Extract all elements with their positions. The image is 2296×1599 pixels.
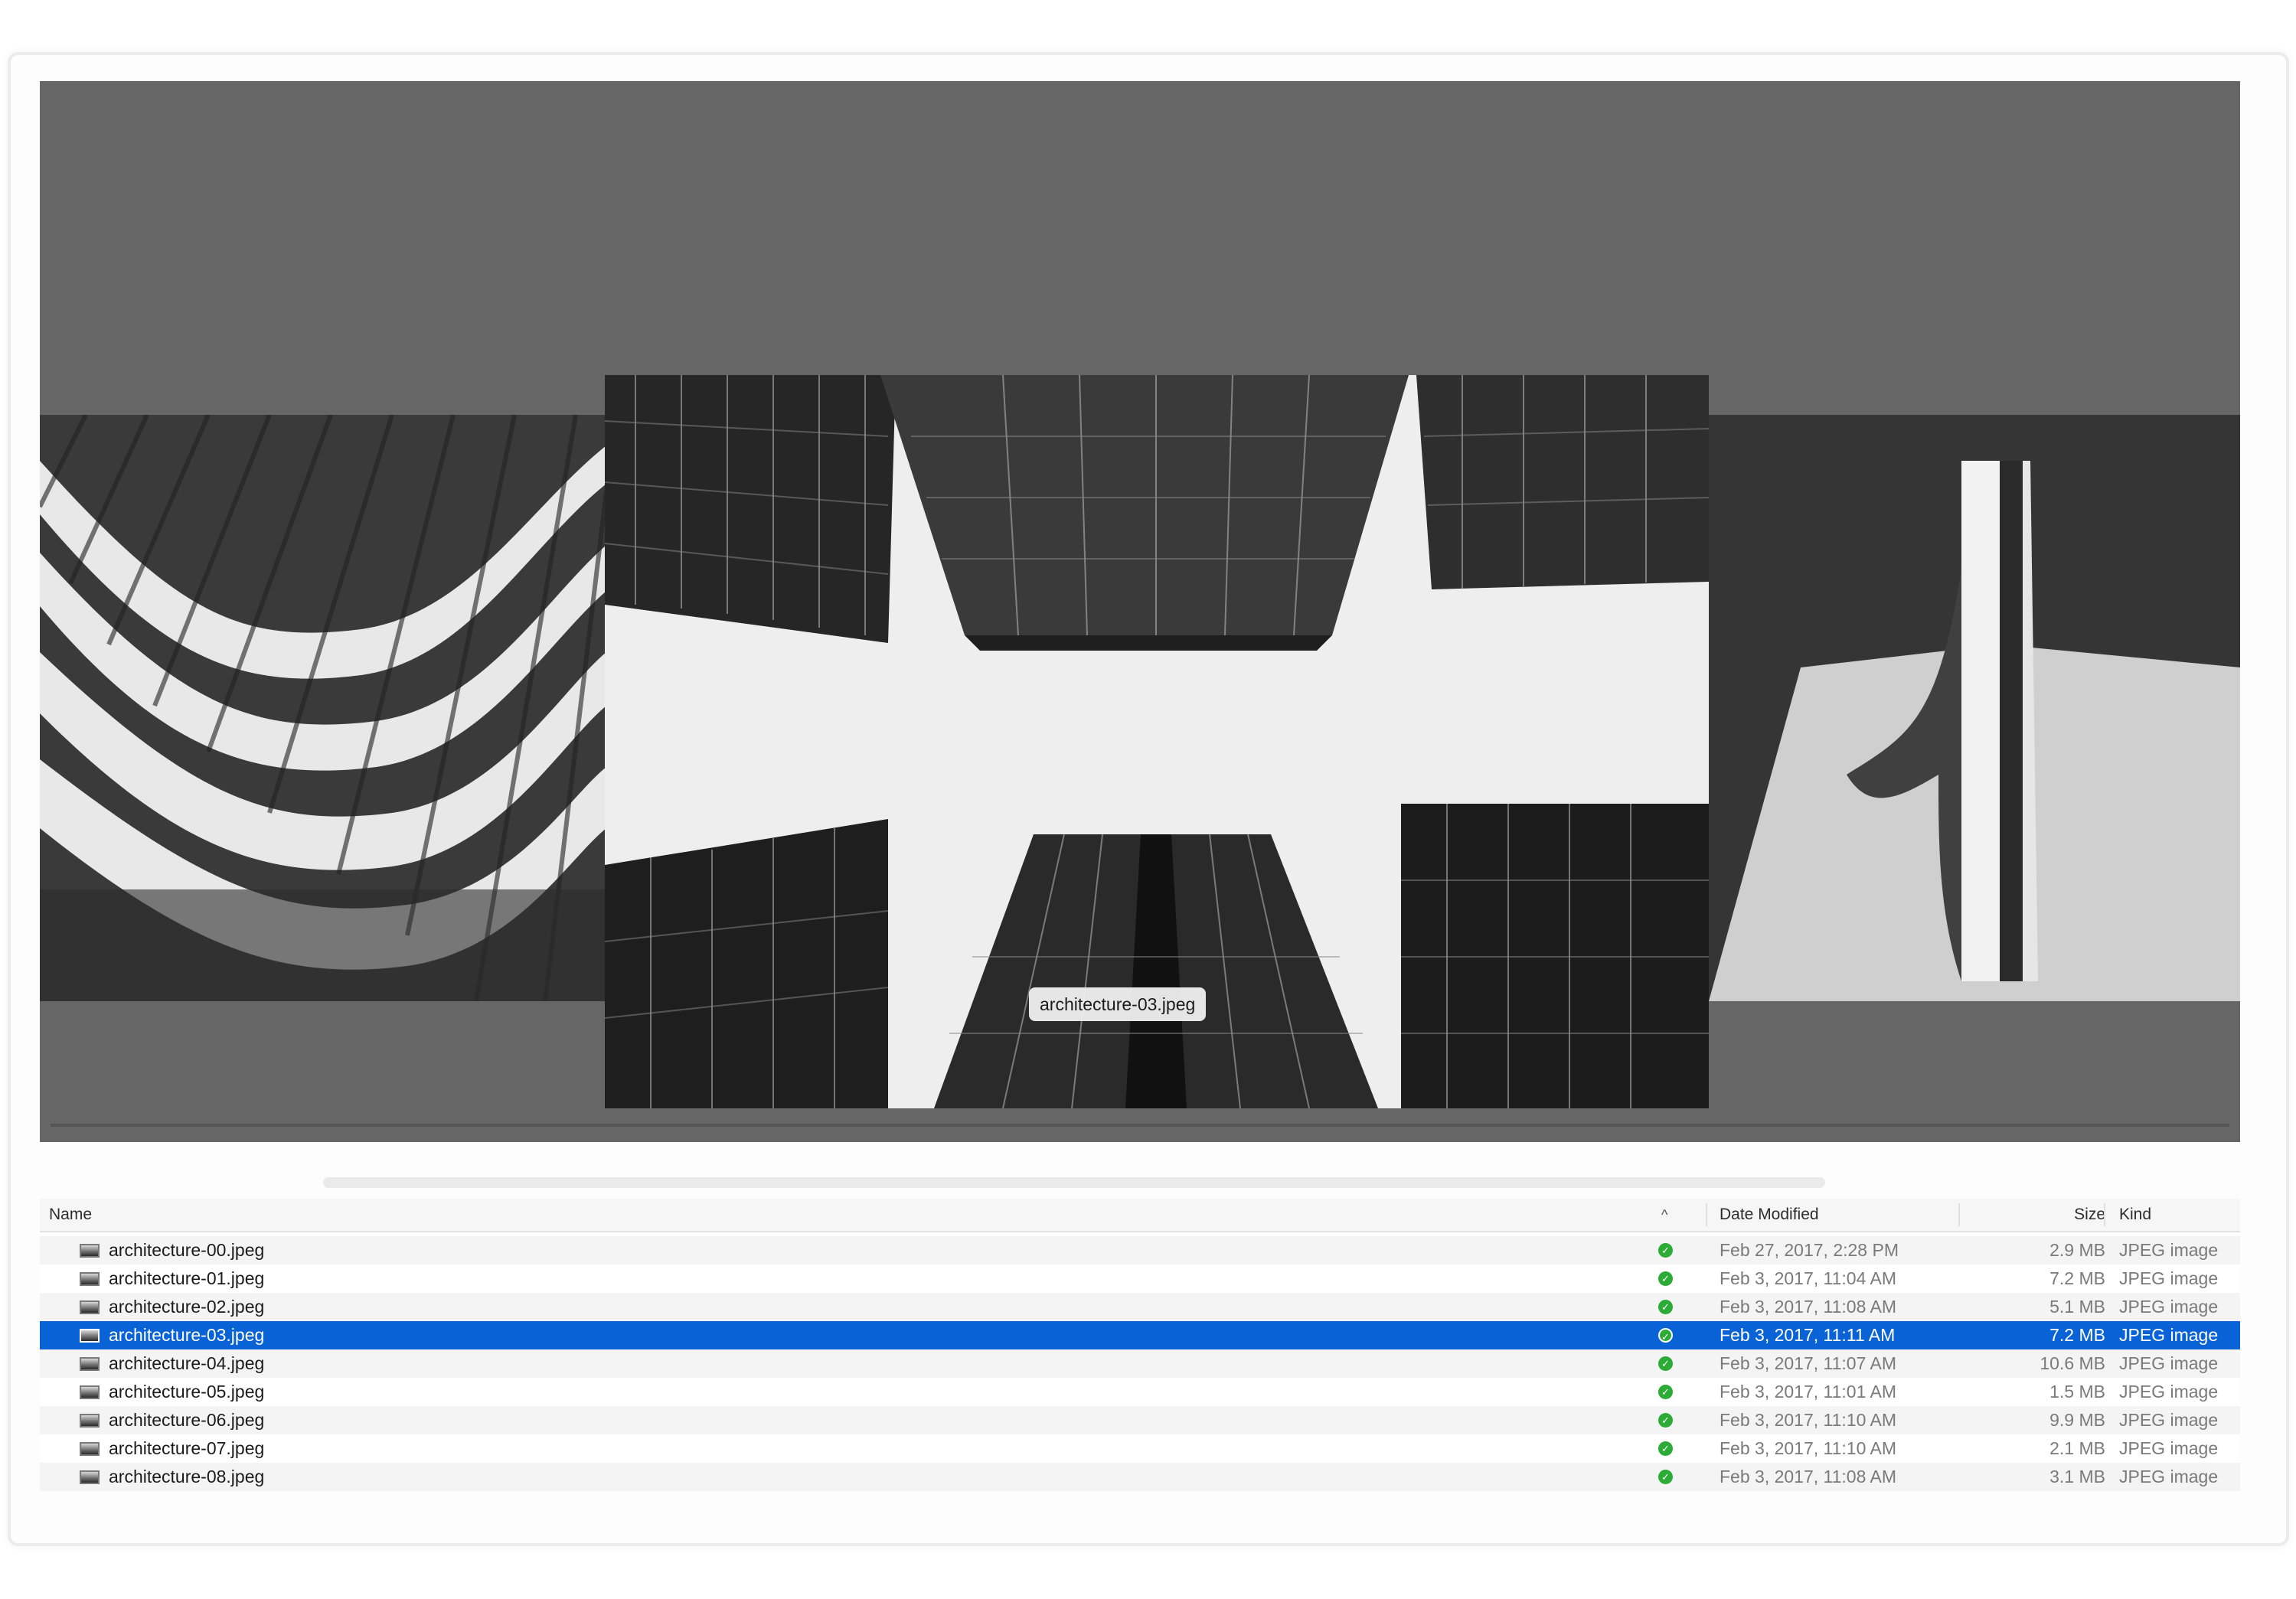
file-size: 7.2 MB (2049, 1268, 2105, 1288)
file-date: Feb 3, 2017, 11:11 AM (1720, 1325, 1896, 1345)
file-date: Feb 3, 2017, 11:08 AM (1720, 1297, 1897, 1317)
image-thumbnail-icon (80, 1272, 100, 1286)
cover-flow-scrollbar[interactable] (323, 1177, 1825, 1188)
file-name: architecture-04.jpeg (109, 1353, 265, 1373)
file-size: 2.1 MB (2049, 1438, 2105, 1458)
file-row[interactable]: architecture-05.jpeg ✓ Feb 3, 2017, 11:0… (40, 1378, 2240, 1406)
file-name: architecture-02.jpeg (109, 1297, 265, 1317)
checkmark-circle-icon: ✓ (1658, 1356, 1673, 1371)
file-kind: JPEG image (2119, 1268, 2219, 1288)
image-thumbnail-icon (80, 1470, 100, 1484)
checkmark-circle-icon: ✓ (1658, 1300, 1673, 1314)
column-header-date[interactable]: Date Modified (1706, 1203, 1819, 1226)
column-header-kind[interactable]: Kind (2104, 1203, 2151, 1226)
file-kind: JPEG image (2119, 1297, 2219, 1317)
image-thumbnail-icon (80, 1300, 100, 1314)
file-size: 9.9 MB (2049, 1410, 2105, 1430)
image-thumbnail-icon (80, 1385, 100, 1399)
checkmark-circle-icon: ✓ (1658, 1385, 1673, 1399)
image-thumbnail-icon (80, 1442, 100, 1456)
file-date: Feb 3, 2017, 11:10 AM (1720, 1410, 1897, 1430)
file-kind: JPEG image (2119, 1353, 2219, 1373)
file-date: Feb 3, 2017, 11:07 AM (1720, 1353, 1897, 1373)
file-name: architecture-08.jpeg (109, 1467, 265, 1486)
file-date: Feb 3, 2017, 11:10 AM (1720, 1438, 1897, 1458)
file-name: architecture-03.jpeg (109, 1325, 265, 1345)
preview-caption: architecture-03.jpeg (1029, 987, 1207, 1021)
file-list: architecture-00.jpeg ✓ Feb 27, 2017, 2:2… (40, 1236, 2240, 1491)
file-name: architecture-05.jpeg (109, 1382, 265, 1402)
checkmark-circle-icon: ✓ (1658, 1243, 1673, 1258)
image-thumbnail-icon (80, 1329, 100, 1343)
file-name: architecture-00.jpeg (109, 1240, 265, 1260)
file-row[interactable]: architecture-04.jpeg ✓ Feb 3, 2017, 11:0… (40, 1349, 2240, 1378)
file-row[interactable]: architecture-07.jpeg ✓ Feb 3, 2017, 11:1… (40, 1434, 2240, 1463)
cover-next-image[interactable] (1709, 415, 2240, 1001)
image-thumbnail-icon (80, 1244, 100, 1258)
file-name: architecture-01.jpeg (109, 1268, 265, 1288)
column-header-size[interactable]: Size (1958, 1203, 2124, 1226)
file-row-selected[interactable]: architecture-03.jpeg ✓ Feb 3, 2017, 11:1… (40, 1321, 2240, 1349)
file-kind: JPEG image (2119, 1325, 2219, 1345)
file-size: 3.1 MB (2049, 1467, 2105, 1486)
file-row[interactable]: architecture-08.jpeg ✓ Feb 3, 2017, 11:0… (40, 1463, 2240, 1491)
file-row[interactable]: architecture-06.jpeg ✓ Feb 3, 2017, 11:1… (40, 1406, 2240, 1434)
checkmark-circle-icon: ✓ (1658, 1413, 1673, 1428)
file-kind: JPEG image (2119, 1410, 2219, 1430)
checkmark-circle-icon: ✓ (1658, 1470, 1673, 1484)
file-date: Feb 3, 2017, 11:01 AM (1720, 1382, 1897, 1402)
file-kind: JPEG image (2119, 1438, 2219, 1458)
cover-previous-image[interactable] (40, 415, 606, 1001)
file-size: 7.2 MB (2049, 1325, 2105, 1345)
file-kind: JPEG image (2119, 1382, 2219, 1402)
file-name: architecture-07.jpeg (109, 1438, 265, 1458)
sculpture-image (1709, 415, 2240, 1001)
image-thumbnail-icon (80, 1357, 100, 1371)
file-date: Feb 3, 2017, 11:08 AM (1720, 1467, 1897, 1486)
checkmark-circle-icon: ✓ (1658, 1271, 1673, 1286)
sort-ascending-icon[interactable]: ^ (1661, 1199, 1667, 1231)
file-row[interactable]: architecture-01.jpeg ✓ Feb 3, 2017, 11:0… (40, 1265, 2240, 1293)
column-header-name[interactable]: Name (49, 1199, 92, 1231)
file-size: 5.1 MB (2049, 1297, 2105, 1317)
file-kind: JPEG image (2119, 1467, 2219, 1486)
file-date: Feb 3, 2017, 11:04 AM (1720, 1268, 1897, 1288)
file-row[interactable]: architecture-00.jpeg ✓ Feb 27, 2017, 2:2… (40, 1236, 2240, 1265)
file-date: Feb 27, 2017, 2:28 PM (1720, 1240, 1899, 1260)
file-size: 1.5 MB (2049, 1382, 2105, 1402)
column-header-bar: Name ^ Date Modified Size Kind (40, 1199, 2240, 1232)
cover-flow-view[interactable] (40, 81, 2240, 1142)
cover-flow-track (51, 1124, 2229, 1127)
file-row[interactable]: architecture-02.jpeg ✓ Feb 3, 2017, 11:0… (40, 1293, 2240, 1321)
woven-facade-image (40, 415, 606, 1001)
file-size: 2.9 MB (2049, 1240, 2105, 1260)
checkmark-circle-icon: ✓ (1658, 1441, 1673, 1456)
file-size: 10.6 MB (2040, 1353, 2105, 1373)
file-name: architecture-06.jpeg (109, 1410, 265, 1430)
image-thumbnail-icon (80, 1414, 100, 1428)
file-kind: JPEG image (2119, 1240, 2219, 1260)
checkmark-circle-icon: ✓ (1658, 1328, 1673, 1343)
